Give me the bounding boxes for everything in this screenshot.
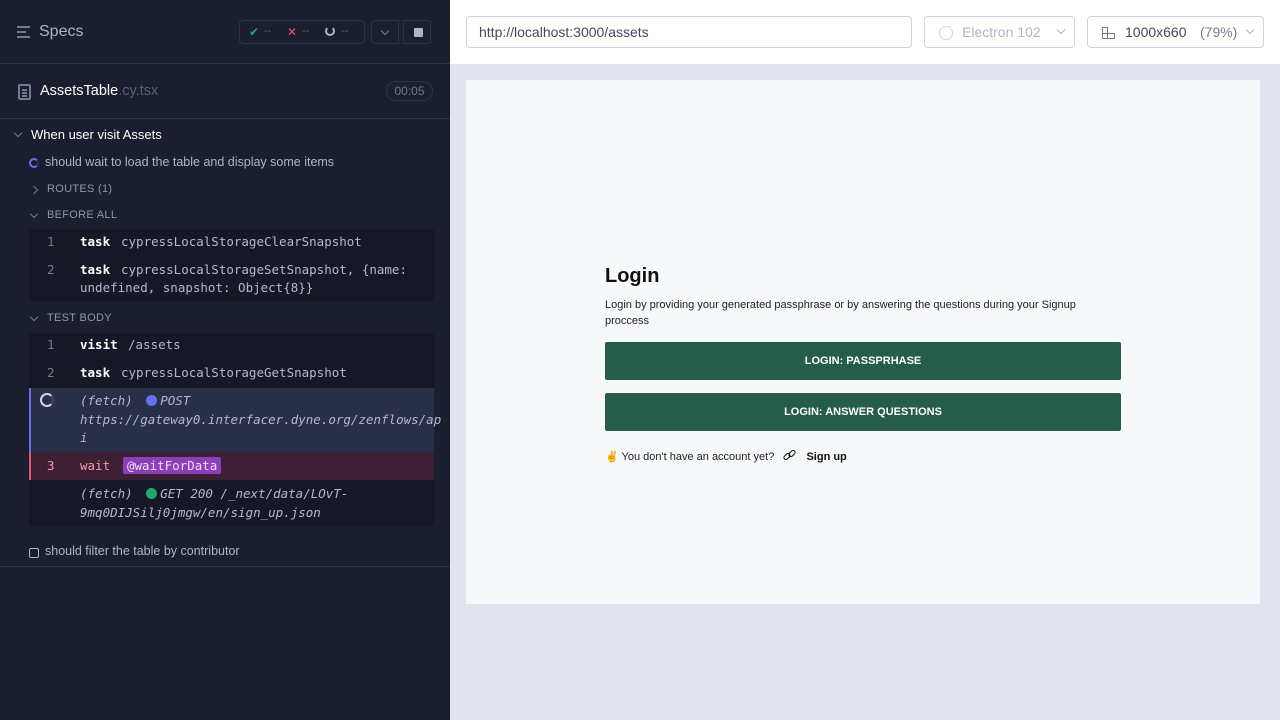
- signup-link[interactable]: Sign up: [806, 451, 846, 463]
- no-account-text: ✌️ You don't have an account yet?: [605, 451, 775, 463]
- command-message: @waitForData: [123, 457, 222, 475]
- command-message: cypressLocalStorageClearSnapshot: [121, 234, 362, 249]
- spec-file-bar: AssetsTable.cy.tsx 00:05: [0, 64, 450, 119]
- fetch-pending-row[interactable]: (fetch) POST https://gateway0.interfacer…: [29, 388, 441, 452]
- ruler-icon: [1100, 25, 1116, 41]
- link-icon: [782, 448, 797, 462]
- fetch-type: (fetch): [80, 393, 133, 408]
- fetch-line: (fetch) POST: [80, 392, 190, 410]
- wait-command-row[interactable]: 3 wait @waitForData: [29, 452, 434, 480]
- specs-label[interactable]: Specs: [39, 23, 83, 41]
- fetch-line: (fetch) GET 200 /_next/data/LOvT-: [80, 485, 348, 503]
- command-number: 2: [47, 262, 55, 277]
- fetch-method: POST: [160, 393, 191, 408]
- options-dropdown-button[interactable]: [371, 20, 399, 44]
- chevron-down-icon: [1056, 25, 1066, 35]
- command-message-cont: undefined, snapshot: Object{8}}: [80, 280, 314, 295]
- login-title: Login: [605, 265, 660, 287]
- login-form: Login Login by providing your generated …: [605, 265, 1121, 466]
- signup-row: ✌️ You don't have an account yet? Sign u…: [605, 448, 1121, 466]
- running-spinner-icon: [29, 158, 39, 168]
- pending-dot-icon: [146, 395, 158, 406]
- fetch-done-row[interactable]: (fetch) GET 200 /_next/data/LOvT- 9mq0DI…: [29, 485, 434, 525]
- passed-icon: ✔: [249, 25, 260, 39]
- command-row[interactable]: 1 task cypressLocalStorageClearSnapshot: [29, 233, 434, 253]
- success-dot-icon: [146, 488, 158, 499]
- failed-icon: ✕: [287, 25, 298, 39]
- suite-chevron-icon[interactable]: [13, 128, 23, 138]
- fetch-url: 9mq0DIJSilj0jmgw/en/sign_up.json: [80, 505, 321, 520]
- chevron-down-icon: [1245, 25, 1255, 35]
- command-name: visit: [80, 337, 118, 352]
- spec-file-base: AssetsTable: [40, 83, 119, 99]
- command-name: task: [80, 234, 111, 249]
- stop-icon: [414, 28, 423, 37]
- routes-label[interactable]: ROUTES (1): [47, 183, 112, 195]
- app-under-test-frame: Login Login by providing your generated …: [466, 80, 1260, 604]
- url-bar[interactable]: http://localhost:3000/assets: [466, 16, 912, 48]
- next-test-title[interactable]: should filter the table by contributor: [45, 544, 240, 558]
- spec-file-ext: .cy.tsx: [118, 83, 159, 99]
- command-number: 2: [47, 365, 55, 380]
- login-description: Login by providing your generated passph…: [605, 299, 1076, 327]
- login-passphrase-button[interactable]: LOGIN: PASSPRHASE: [605, 342, 1121, 380]
- command-number: 3: [47, 458, 55, 473]
- command-name: task: [80, 365, 111, 380]
- command-row[interactable]: 2 task cypressLocalStorageGetSnapshot: [29, 364, 434, 384]
- running-test-title[interactable]: should wait to load the table and displa…: [45, 155, 334, 169]
- document-icon: [18, 84, 31, 100]
- reporter-panel: Specs ✔ -- ✕ -- -- AssetsTable.cy.tsx 00…: [0, 0, 450, 720]
- browser-preview: http://localhost:3000/assets Electron 10…: [450, 0, 1280, 720]
- command-number: 1: [47, 337, 55, 352]
- test-body-chevron-icon[interactable]: [29, 312, 39, 322]
- passed-count: --: [264, 25, 272, 37]
- failed-count: --: [302, 25, 310, 37]
- before-all-label[interactable]: BEFORE ALL: [47, 209, 117, 221]
- spec-file-name[interactable]: AssetsTable.cy.tsx: [40, 83, 158, 99]
- divider: [0, 566, 450, 567]
- loading-spinner-icon: [40, 393, 54, 407]
- command-message: cypressLocalStorageGetSnapshot: [121, 365, 347, 380]
- fetch-type: (fetch): [80, 486, 133, 501]
- test-stats: ✔ -- ✕ -- --: [239, 20, 365, 44]
- suite-title[interactable]: When user visit Assets: [31, 127, 162, 142]
- fetch-url-cont: i: [80, 430, 88, 445]
- pending-test-icon: [29, 548, 39, 558]
- alias-badge[interactable]: @waitForData: [123, 457, 222, 474]
- command-message: cypressLocalStorageSetSnapshot, {name:: [121, 262, 407, 277]
- command-row[interactable]: 1 visit /assets: [29, 336, 434, 356]
- command-name: wait: [80, 458, 111, 473]
- browser-selector[interactable]: Electron 102: [924, 16, 1075, 48]
- specs-list-icon[interactable]: [17, 25, 31, 39]
- routes-chevron-icon[interactable]: [29, 185, 39, 195]
- command-row[interactable]: 2 task cypressLocalStorageSetSnapshot, {…: [29, 261, 434, 299]
- reporter-header: Specs ✔ -- ✕ -- --: [0, 0, 450, 64]
- chevron-down-icon: [380, 26, 390, 36]
- login-questions-button[interactable]: LOGIN: ANSWER QUESTIONS: [605, 393, 1121, 431]
- browser-toolbar: http://localhost:3000/assets Electron 10…: [450, 0, 1280, 64]
- stop-button[interactable]: [403, 20, 431, 44]
- fetch-method: GET 200 /_next/data/LOvT-: [160, 486, 349, 501]
- run-duration: 00:05: [386, 81, 433, 101]
- viewport-scale: (79%): [1200, 24, 1238, 40]
- viewport-size: 1000x660: [1125, 24, 1187, 40]
- command-message: /assets: [128, 337, 181, 352]
- fetch-url: https://gateway0.interfacer.dyne.org/zen…: [80, 412, 442, 427]
- command-name: task: [80, 262, 111, 277]
- test-body-label[interactable]: TEST BODY: [47, 312, 112, 324]
- electron-icon: [939, 26, 953, 40]
- pending-count: --: [341, 25, 349, 37]
- before-all-commands: 1 task cypressLocalStorageClearSnapshot …: [29, 229, 434, 301]
- command-number: 1: [47, 234, 55, 249]
- before-all-chevron-icon[interactable]: [29, 209, 39, 219]
- browser-name: Electron 102: [962, 24, 1041, 40]
- pending-icon: [325, 26, 335, 36]
- test-body-commands: 1 visit /assets 2 task cypressLocalStora…: [29, 333, 441, 526]
- viewport-selector[interactable]: 1000x660 (79%): [1087, 16, 1264, 48]
